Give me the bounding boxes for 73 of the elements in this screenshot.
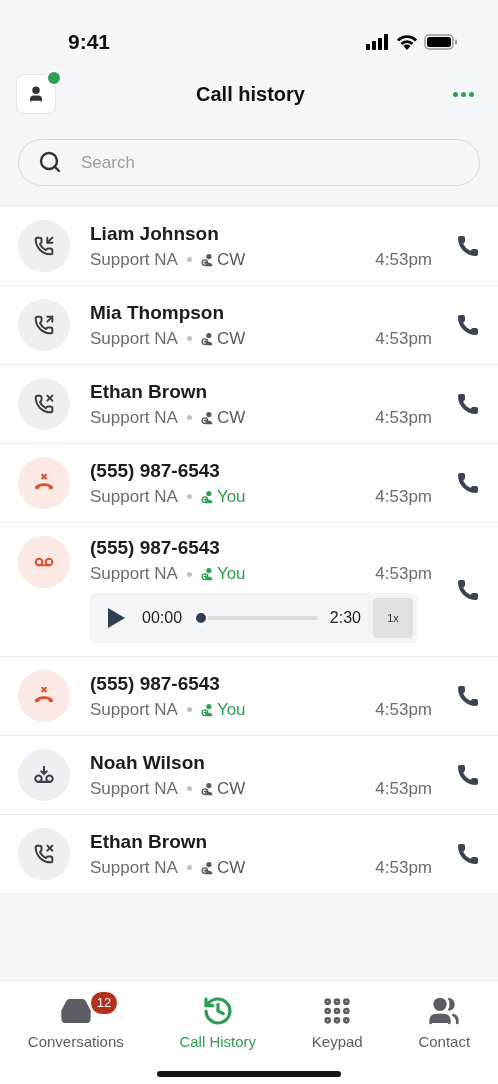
speed-button[interactable]: 1x <box>373 598 413 638</box>
queue-name: Support NA <box>90 856 178 879</box>
search-field[interactable]: Search <box>18 139 480 186</box>
call-button[interactable] <box>456 763 480 787</box>
page-title: Call history <box>196 82 305 107</box>
nav-tab[interactable]: Keypad <box>307 995 367 1054</box>
agent-icon <box>200 331 215 346</box>
battery-icon <box>424 34 458 50</box>
call-time: 4:53pm <box>375 563 432 585</box>
call-time: 4:53pm <box>375 698 432 721</box>
queue-name: Support NA <box>90 698 178 721</box>
agent-icon <box>200 410 215 425</box>
agent-name: You <box>216 485 246 508</box>
seek-thumb[interactable] <box>194 611 209 625</box>
queue-name: Support NA <box>90 406 178 429</box>
call-button[interactable] <box>456 313 480 337</box>
agent-icon <box>200 252 215 267</box>
agent-name: CW <box>216 777 246 800</box>
caller-name: Liam Johnson <box>90 221 220 246</box>
caller-name: (555) 987-6543 <box>90 536 221 560</box>
call-time: 4:53pm <box>375 406 432 429</box>
wifi-icon <box>396 34 418 50</box>
unread-badge: 12 <box>89 991 119 1015</box>
agent-name: CW <box>216 856 246 879</box>
call-button[interactable] <box>456 842 480 866</box>
search-icon <box>38 150 62 174</box>
agent-icon <box>200 702 215 717</box>
call-time: 4:53pm <box>375 777 432 800</box>
voicemail-download-icon <box>33 764 55 786</box>
caller-name: (555) 987-6543 <box>90 671 221 696</box>
agent-icon <box>200 567 215 581</box>
queue-name: Support NA <box>90 248 178 271</box>
play-button[interactable] <box>106 607 126 629</box>
caller-name: Ethan Brown <box>90 829 209 854</box>
agent-name: CW <box>216 248 246 271</box>
nav-tab[interactable]: Contact <box>414 995 475 1054</box>
profile-avatar[interactable] <box>16 74 56 114</box>
call-button[interactable] <box>456 471 480 495</box>
agent-name: CW <box>216 406 246 429</box>
agent-name: You <box>216 563 246 585</box>
call-button[interactable] <box>456 234 480 258</box>
seek-slider[interactable] <box>194 611 318 625</box>
call-button[interactable] <box>456 684 480 708</box>
playback-duration: 2:30 <box>329 608 361 628</box>
agent-name: CW <box>216 327 246 350</box>
caller-name: (555) 987-6543 <box>90 458 221 483</box>
missed-call-icon <box>34 394 54 414</box>
queue-name: Support NA <box>90 485 178 508</box>
agent-icon <box>200 489 215 504</box>
caller-name: Ethan Brown <box>90 379 209 404</box>
playback-position: 00:00 <box>142 608 183 628</box>
contacts-icon <box>428 995 461 1027</box>
call-time: 4:53pm <box>375 485 432 508</box>
status-time: 9:41 <box>68 29 111 56</box>
outgoing-call-icon <box>34 315 54 335</box>
caller-name: Mia Thompson <box>90 300 226 325</box>
nav-tab[interactable]: Call History <box>175 995 261 1054</box>
call-time: 4:53pm <box>375 856 432 879</box>
caller-name: Noah Wilson <box>90 750 206 775</box>
agent-icon <box>200 860 215 875</box>
history-icon <box>201 995 234 1027</box>
call-button[interactable] <box>456 577 480 602</box>
queue-name: Support NA <box>90 563 178 585</box>
call-time: 4:53pm <box>375 327 432 350</box>
queue-name: Support NA <box>90 327 178 350</box>
call-time: 4:53pm <box>375 248 432 271</box>
missed-call-icon <box>34 844 54 864</box>
call-button[interactable] <box>456 392 480 416</box>
queue-name: Support NA <box>90 777 178 800</box>
incoming-call-icon <box>34 236 54 256</box>
agent-icon <box>200 781 215 796</box>
agent-name: You <box>216 698 246 721</box>
signal-icon <box>366 34 390 50</box>
